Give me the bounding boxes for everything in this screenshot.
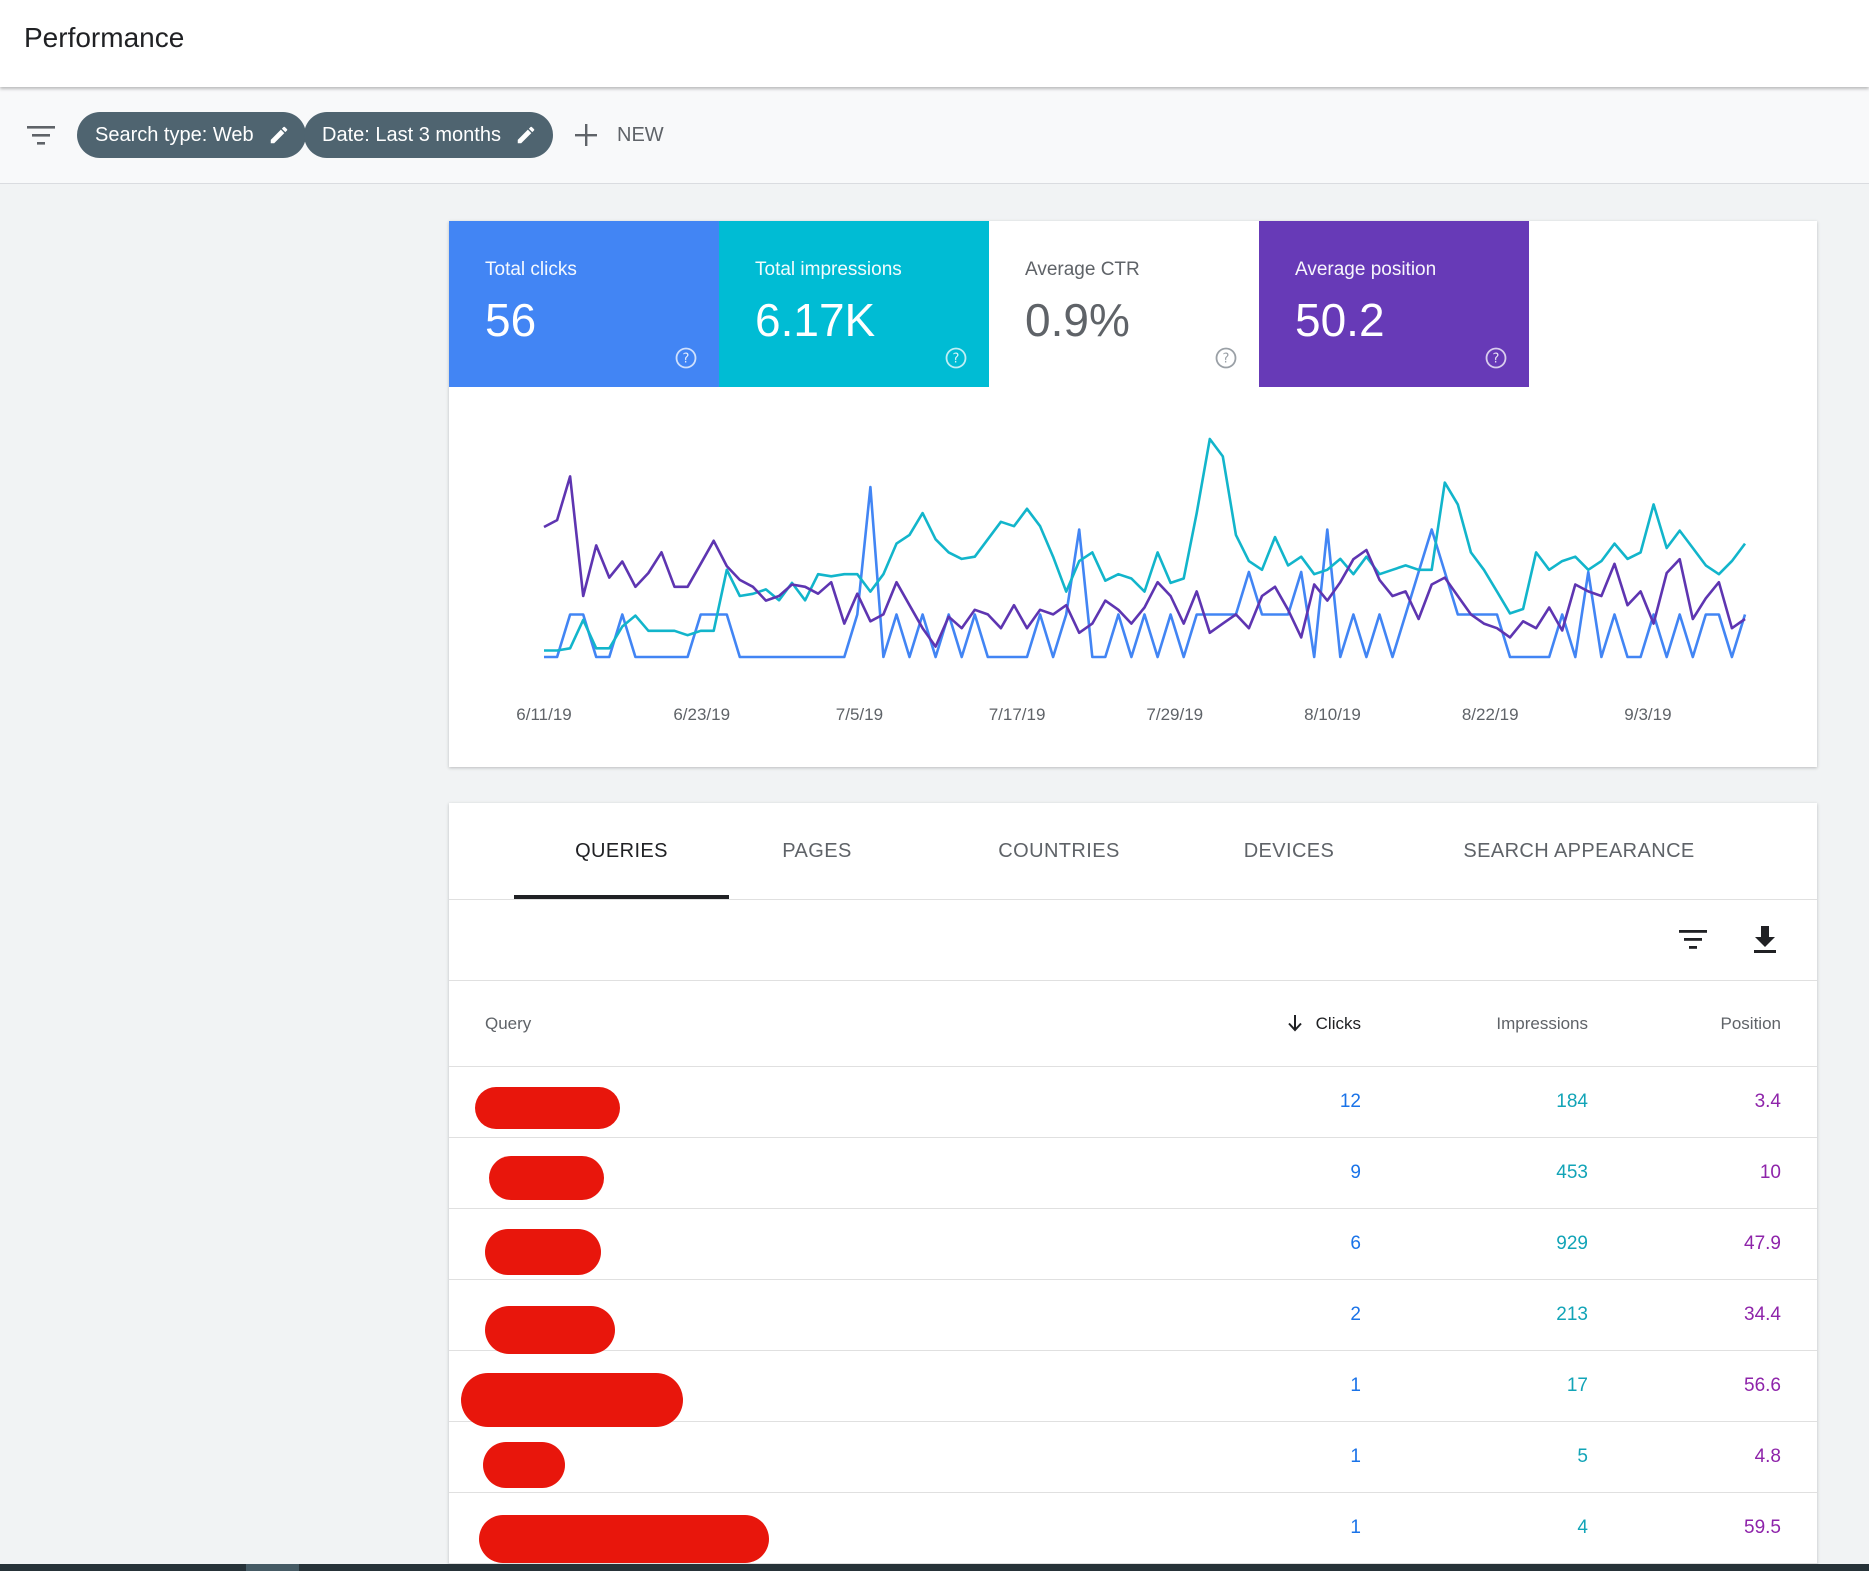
cell-position: 56.6 [1744, 1375, 1781, 1396]
redacted-query [485, 1306, 615, 1354]
metric-average-position[interactable]: Average position 50.2 ? [1259, 221, 1529, 387]
tab-queries[interactable]: QUERIES [514, 803, 729, 899]
table-row[interactable]: 1 5 4.8 [449, 1422, 1817, 1493]
cell-impressions: 929 [1556, 1233, 1588, 1254]
chip-label: Date: Last 3 months [322, 124, 501, 146]
tab-pages[interactable]: PAGES [747, 803, 887, 899]
metric-value: 56 [485, 294, 537, 346]
cell-impressions: 213 [1556, 1304, 1588, 1325]
cell-impressions: 17 [1566, 1375, 1588, 1396]
table-row[interactable]: 2 213 34.4 [449, 1280, 1817, 1354]
pencil-icon [517, 126, 535, 144]
cell-position: 4.8 [1754, 1446, 1781, 1467]
x-tick-label: 9/3/19 [1624, 705, 1671, 724]
metric-label: Average CTR [1025, 259, 1140, 280]
active-tab-indicator [514, 895, 729, 899]
new-filter-button[interactable]: NEW [573, 117, 664, 153]
metric-label: Total clicks [485, 259, 577, 280]
new-filter-label: NEW [617, 123, 664, 146]
scrollbar-thumb[interactable] [246, 1564, 299, 1571]
svg-text:?: ? [953, 352, 960, 367]
tab-search-appearance[interactable]: SEARCH APPEARANCE [1459, 803, 1699, 899]
redacted-query [483, 1442, 565, 1488]
help-icon[interactable]: ? [945, 347, 967, 369]
cell-impressions: 4 [1577, 1517, 1588, 1538]
cell-position: 3.4 [1754, 1091, 1781, 1112]
cell-position: 10 [1759, 1162, 1781, 1183]
x-tick-label: 6/11/19 [516, 705, 571, 724]
x-tick-label: 8/22/19 [1462, 705, 1519, 724]
cell-clicks: 12 [1339, 1091, 1361, 1112]
redacted-query [489, 1156, 604, 1200]
metric-total-clicks[interactable]: Total clicks 56 ? [449, 221, 719, 387]
table-row[interactable]: 1 4 59.5 [449, 1493, 1817, 1564]
svg-text:?: ? [1493, 352, 1500, 367]
page-title: Performance [24, 22, 185, 53]
table-row[interactable]: 6 929 47.9 [449, 1209, 1817, 1280]
performance-line-chart[interactable]: 6/11/19 6/23/19 7/5/19 7/17/19 7/29/19 8/10/1… [449, 387, 1817, 767]
redacted-query [461, 1373, 683, 1427]
x-tick-label: 7/5/19 [836, 705, 883, 724]
table-row[interactable]: 9 453 10 [449, 1138, 1817, 1209]
dimension-tabs: QUERIES PAGES COUNTRIES DEVICES SEARCH A… [449, 803, 1817, 900]
cell-impressions: 453 [1556, 1162, 1588, 1183]
metric-label: Average position [1295, 259, 1437, 280]
plus-icon [575, 124, 597, 146]
cell-clicks: 1 [1350, 1446, 1361, 1467]
metric-value: 50.2 [1295, 294, 1385, 346]
x-tick-label: 7/17/19 [989, 705, 1046, 724]
table-toolbar [449, 900, 1817, 981]
help-icon[interactable]: ? [1215, 347, 1237, 369]
cell-clicks: 2 [1350, 1304, 1361, 1325]
queries-table-card: QUERIES PAGES COUNTRIES DEVICES SEARCH A… [449, 803, 1817, 1571]
cell-clicks: 6 [1350, 1233, 1361, 1254]
tab-devices[interactable]: DEVICES [1214, 803, 1364, 899]
app-header: Performance [0, 0, 1869, 87]
metric-total-impressions[interactable]: Total impressions 6.17K ? [719, 221, 989, 387]
metric-average-ctr[interactable]: Average CTR 0.9% ? [989, 221, 1259, 387]
table-row[interactable]: 1 17 56.6 [449, 1351, 1817, 1427]
chip-label: Search type: Web [95, 124, 254, 146]
column-header-position[interactable]: Position [1721, 981, 1781, 1066]
svg-text:?: ? [1223, 352, 1230, 367]
filter-list-icon[interactable] [1678, 927, 1708, 951]
cell-clicks: 1 [1350, 1375, 1361, 1396]
x-tick-label: 7/29/19 [1146, 705, 1203, 724]
horizontal-scrollbar[interactable] [0, 1564, 1869, 1571]
filter-bar: Search type: Web Date: Last 3 months NEW [0, 87, 1869, 184]
cell-position: 59.5 [1744, 1517, 1781, 1538]
filter-list-icon[interactable] [26, 123, 56, 147]
metric-label: Total impressions [755, 259, 902, 280]
x-tick-label: 8/10/19 [1304, 705, 1361, 724]
search-type-chip[interactable]: Search type: Web [77, 112, 306, 158]
table-row[interactable]: 12 184 3.4 [449, 1067, 1817, 1138]
help-icon[interactable]: ? [1485, 347, 1507, 369]
cell-position: 47.9 [1744, 1233, 1781, 1254]
performance-chart-card: Total clicks 56 ? Total impressions 6.17… [449, 221, 1817, 767]
download-icon[interactable] [1751, 924, 1779, 954]
redacted-query [479, 1515, 769, 1563]
cell-position: 34.4 [1744, 1304, 1781, 1325]
redacted-query [475, 1087, 620, 1129]
cell-impressions: 184 [1556, 1091, 1588, 1112]
column-header-query[interactable]: Query [485, 981, 531, 1066]
metric-value: 6.17K [755, 294, 876, 346]
series-line-total-clicks [544, 485, 1747, 659]
pencil-icon [270, 126, 287, 144]
column-header-impressions[interactable]: Impressions [1496, 981, 1588, 1066]
metric-value: 0.9% [1025, 294, 1130, 346]
tab-countries[interactable]: COUNTRIES [979, 803, 1139, 899]
column-header-clicks-label: Clicks [1315, 1014, 1361, 1033]
arrow-down-icon [1287, 1014, 1302, 1031]
svg-text:?: ? [683, 352, 690, 367]
date-range-chip[interactable]: Date: Last 3 months [304, 112, 553, 158]
cell-clicks: 1 [1350, 1517, 1361, 1538]
table-header: Query Clicks Impressions Position [449, 981, 1817, 1067]
cell-clicks: 9 [1350, 1162, 1361, 1183]
redacted-query [485, 1229, 601, 1275]
help-icon[interactable]: ? [675, 347, 697, 369]
cell-impressions: 5 [1577, 1446, 1588, 1467]
column-header-clicks[interactable]: Clicks [1286, 981, 1361, 1066]
x-tick-label: 6/23/19 [673, 705, 730, 724]
